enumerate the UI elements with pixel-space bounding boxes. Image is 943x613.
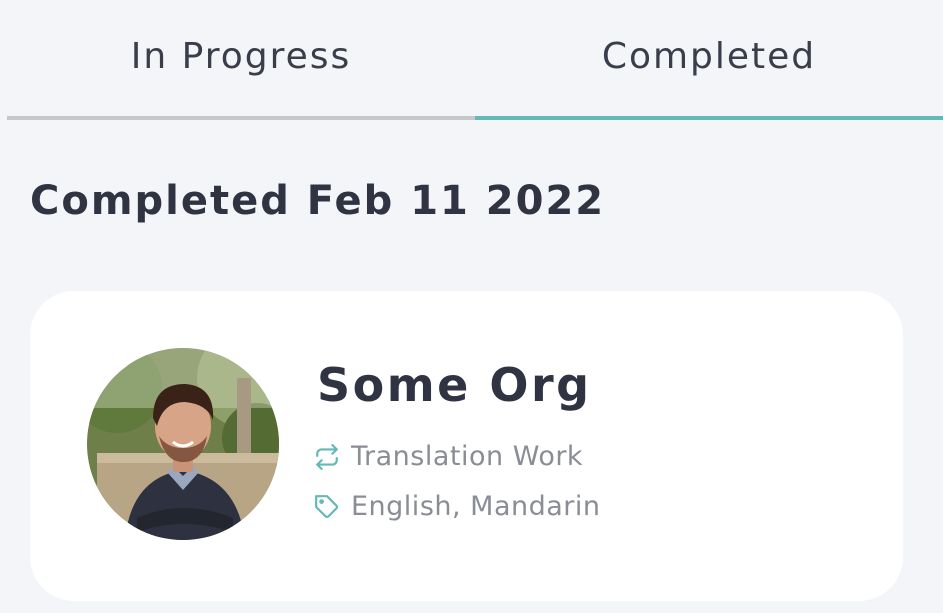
languages-row: English, Mandarin — [313, 491, 601, 522]
tag-icon — [313, 493, 341, 521]
opportunity-card[interactable]: Some Org Translation Work English, Manda… — [30, 291, 903, 601]
tab-label: In Progress — [130, 35, 352, 77]
tab-in-progress[interactable]: In Progress — [7, 0, 475, 120]
avatar — [87, 348, 279, 540]
org-name: Some Org — [317, 358, 592, 412]
service-label: Translation Work — [351, 441, 584, 472]
avatar-photo — [87, 348, 279, 540]
tab-label: Completed — [601, 35, 817, 77]
languages-label: English, Mandarin — [351, 491, 601, 522]
tab-underline — [7, 116, 475, 120]
section-title: Completed Feb 11 2022 — [30, 178, 606, 224]
tab-underline-active — [475, 116, 943, 120]
service-row: Translation Work — [313, 441, 583, 472]
tab-completed[interactable]: Completed — [475, 0, 943, 120]
repeat-icon — [313, 443, 341, 471]
tab-bar: In Progress Completed — [7, 0, 943, 120]
